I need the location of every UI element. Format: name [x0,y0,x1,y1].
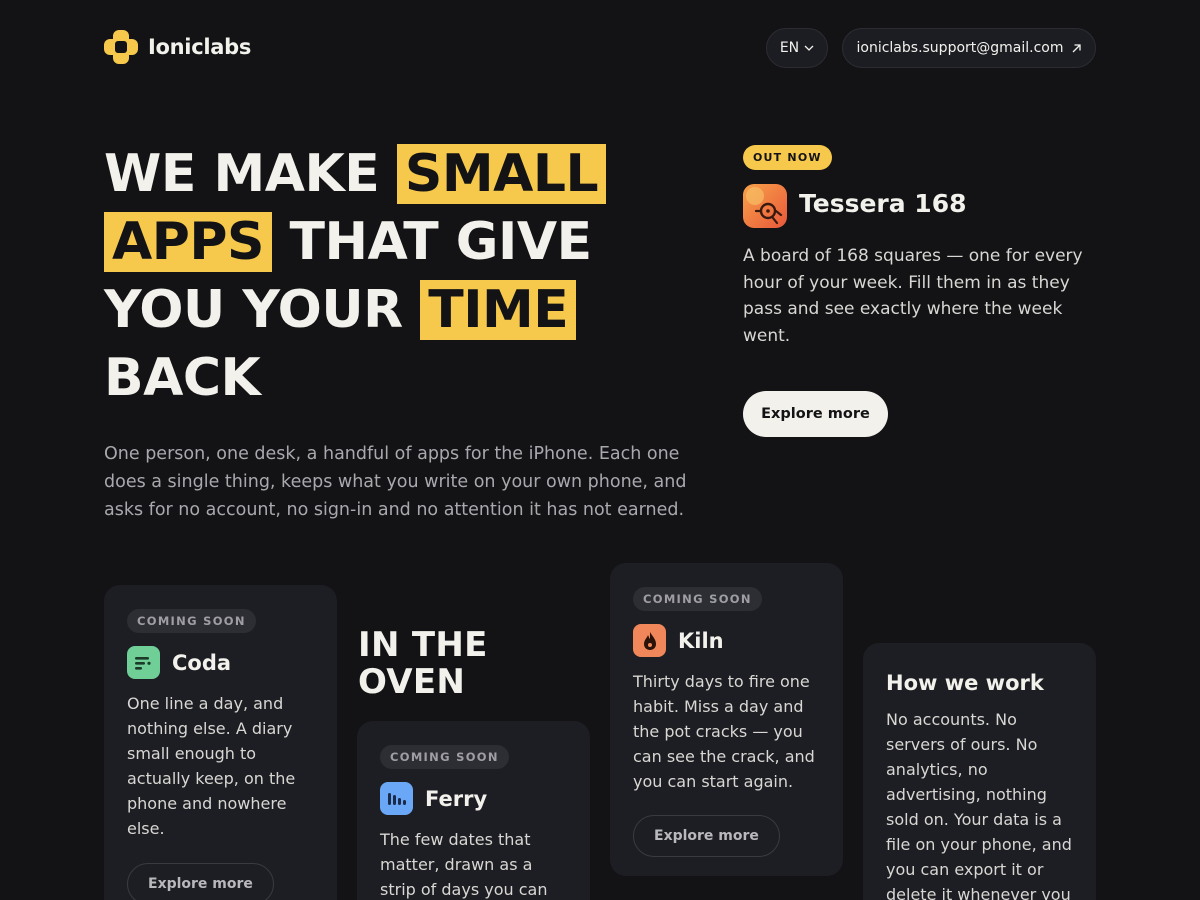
coming-soon-badge: COMING SOON [127,609,256,633]
coda-icon [127,646,160,679]
app-description: One line a day, and nothing else. A diar… [127,694,296,838]
contact-email-link[interactable]: ioniclabs.support@gmail.com [842,28,1096,68]
headline-part: WE MAKE [104,144,380,204]
hero-headline: WE MAKE SMALL APPS THAT GIVE YOU YOUR TI… [104,140,624,412]
app-description: Thirty days to fire one habit. Miss a da… [633,672,815,791]
app-card-ferry: COMING SOON Ferry The few dates that mat… [357,721,590,900]
explore-more-button[interactable]: Explore more [743,391,888,437]
app-description: The few dates that matter, drawn as a st… [380,830,548,899]
flame-icon [633,624,666,657]
language-selector[interactable]: EN [766,28,828,68]
language-label: EN [779,40,800,56]
featured-app-description: A board of 168 squares — one for every h… [743,246,1083,346]
headline-part: THAT GIVE [289,212,593,272]
app-name: Kiln [678,628,724,653]
headline-highlight: APPS [104,212,272,272]
headline-highlight: SMALL [396,144,607,204]
how-we-work-description: No accounts. No servers of ours. No anal… [886,710,1072,900]
coming-soon-badge: COMING SOON [380,745,509,769]
app-card-coda: COMING SOON Coda One line a day, and not… [104,585,337,900]
ferry-icon [380,782,413,815]
app-name: Ferry [425,786,488,811]
brand-logo[interactable]: Ioniclabs [104,30,251,64]
featured-app-name: Tessera 168 [799,189,967,218]
out-now-badge: OUT NOW [743,145,832,170]
headline-part: BACK [104,348,261,408]
arrow-up-right-icon [1072,43,1081,52]
hero-section: WE MAKE SMALL APPS THAT GIVE YOU YOUR TI… [104,140,624,412]
brand-name: Ioniclabs [148,35,252,59]
explore-more-button[interactable]: Explore more [633,815,780,857]
hero-subtitle: One person, one desk, a handful of apps … [104,444,687,520]
tessera-app-icon [743,184,787,228]
explore-more-button[interactable]: Explore more [127,863,274,900]
how-we-work-card: How we work No accounts. No servers of o… [863,643,1096,900]
in-the-oven-heading: IN THE OVEN [358,625,488,702]
headline-part: YOU YOUR [104,280,403,340]
email-label: ioniclabs.support@gmail.com [856,40,1064,56]
coming-soon-badge: COMING SOON [633,587,762,611]
app-name: Coda [172,650,232,675]
how-we-work-title: How we work [886,671,1044,695]
logo-icon [104,30,138,64]
chevron-down-icon [804,45,814,51]
app-card-kiln: COMING SOON Kiln Thirty days to fire one… [610,563,843,876]
headline-highlight: TIME [420,280,577,340]
